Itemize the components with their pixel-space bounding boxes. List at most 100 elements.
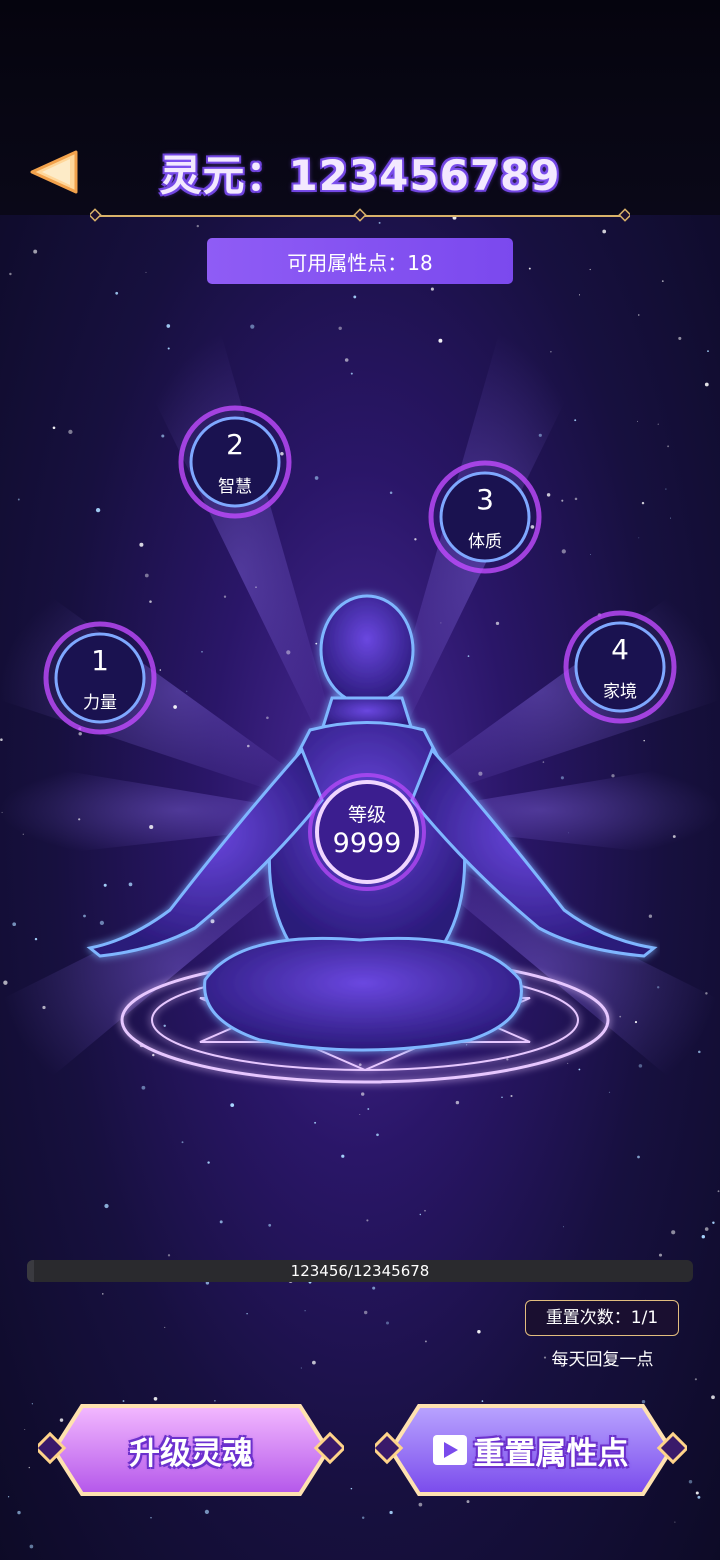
star <box>665 488 667 490</box>
game-screen: 灵元：123456789 可用属性点：18 1 力量 2 智慧 3 体质 4 家… <box>0 0 720 1560</box>
reset-attributes-button[interactable]: 重置属性点 <box>375 1400 687 1500</box>
star <box>150 1516 152 1519</box>
star <box>361 1516 365 1520</box>
star <box>637 1155 640 1159</box>
star <box>672 835 676 838</box>
star <box>658 1253 663 1257</box>
star <box>528 267 531 270</box>
star <box>638 537 640 539</box>
star <box>359 1114 361 1115</box>
star <box>144 573 149 578</box>
star <box>367 1108 370 1110</box>
star <box>246 1312 248 1315</box>
attribute-orb-family[interactable]: 4 家境 <box>560 607 680 727</box>
star <box>704 1227 709 1231</box>
star <box>424 1340 427 1343</box>
star <box>34 937 38 941</box>
attribute-value: 4 <box>611 633 629 666</box>
star <box>590 554 591 555</box>
orb-ring-icon <box>43 621 157 735</box>
star <box>711 1395 715 1400</box>
header-divider <box>90 208 630 222</box>
star <box>167 1254 171 1257</box>
star <box>102 1293 104 1295</box>
star <box>42 1005 46 1010</box>
star <box>338 326 342 331</box>
star <box>22 833 24 835</box>
star <box>104 1203 109 1209</box>
star <box>589 268 591 271</box>
star <box>363 1310 368 1315</box>
star <box>697 1495 701 1499</box>
star <box>466 1500 470 1504</box>
star <box>574 419 577 422</box>
star <box>578 294 581 296</box>
orb-ring-icon <box>178 405 292 519</box>
star <box>219 1220 223 1224</box>
star <box>414 538 417 541</box>
attribute-orb-constitution[interactable]: 3 体质 <box>425 457 545 577</box>
star <box>372 1286 376 1290</box>
star <box>24 1428 26 1431</box>
attribute-label: 力量 <box>83 693 117 713</box>
upgrade-soul-label: 升级灵魂 <box>129 1436 253 1472</box>
star <box>250 324 255 329</box>
star <box>538 433 542 437</box>
star <box>695 1491 699 1495</box>
star <box>637 420 638 422</box>
star <box>17 498 20 501</box>
star <box>561 549 566 554</box>
level-label: 等级 <box>347 804 386 826</box>
star <box>314 1121 317 1124</box>
attribute-value: 1 <box>91 644 109 677</box>
attribute-orb-wisdom[interactable]: 2 智慧 <box>175 402 295 522</box>
star <box>207 1161 210 1164</box>
level-value: 9999 <box>332 828 402 859</box>
star <box>9 272 12 276</box>
star <box>657 423 659 425</box>
star <box>314 476 319 480</box>
star <box>694 1378 697 1381</box>
star <box>563 1226 564 1228</box>
star <box>550 351 552 353</box>
star <box>353 295 357 299</box>
star <box>29 1544 34 1549</box>
star <box>52 426 56 430</box>
star <box>350 1487 353 1490</box>
star <box>196 224 199 228</box>
spirit-currency-title: 灵元：123456789 <box>159 151 561 200</box>
attribute-label: 体质 <box>468 532 502 552</box>
top-bar: 灵元：123456789 <box>0 0 720 215</box>
star <box>350 372 353 375</box>
star <box>678 336 682 340</box>
upgrade-soul-button[interactable]: 升级灵魂 <box>38 1400 344 1500</box>
star <box>455 1100 460 1105</box>
star <box>376 1133 379 1137</box>
star <box>671 1230 676 1235</box>
star <box>670 517 672 519</box>
level-orb: 等级 9999 <box>305 770 429 894</box>
star <box>424 1209 426 1212</box>
star <box>688 1479 693 1484</box>
star <box>438 338 443 343</box>
attribute-value: 2 <box>226 428 244 461</box>
star <box>164 1326 166 1328</box>
reset-count-badge: 重置次数：1/1 <box>525 1300 679 1336</box>
star <box>230 1103 235 1107</box>
attribute-label: 家境 <box>603 682 637 702</box>
available-points-badge: 可用属性点：18 <box>207 238 513 284</box>
star <box>33 249 38 254</box>
attribute-value: 3 <box>476 483 494 516</box>
attribute-label: 智慧 <box>218 477 252 497</box>
orb-ring-icon <box>563 610 677 724</box>
star <box>661 280 664 282</box>
star <box>0 738 3 741</box>
star <box>304 1310 306 1312</box>
attribute-orb-strength[interactable]: 1 力量 <box>40 618 160 738</box>
star <box>68 429 73 435</box>
star <box>31 1403 33 1405</box>
star <box>389 1510 393 1515</box>
star <box>641 501 645 505</box>
star <box>7 1496 10 1498</box>
star <box>561 499 564 502</box>
